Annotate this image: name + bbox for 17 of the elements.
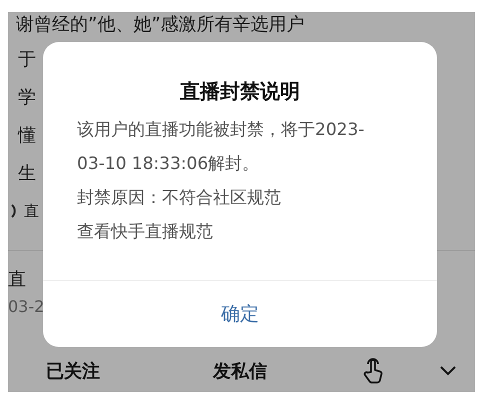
item-title: 直 xyxy=(8,268,26,291)
dialog-title: 直播封禁说明 xyxy=(179,78,301,105)
chevron-down-icon[interactable] xyxy=(440,366,456,376)
hand-icon[interactable] xyxy=(362,358,384,384)
follow-button[interactable]: 已关注 xyxy=(46,359,100,383)
ban-reason: 封禁原因：不符合社区规范 xyxy=(77,187,282,210)
rules-link[interactable]: 查看快手直播规范 xyxy=(77,215,213,249)
text-line: 生 xyxy=(18,162,36,185)
item-date: 03-2 xyxy=(8,297,44,316)
dialog-message: 该用户的直播功能被封禁，将于2023-03-10 18:33:06解封。 xyxy=(77,119,366,176)
text-line: 谢曾经的”他、她”感激所有辛选用户 xyxy=(16,13,305,36)
text-line: 懂 xyxy=(18,124,36,147)
text-line: 于 xyxy=(18,48,36,71)
message-button[interactable]: 发私信 xyxy=(213,359,267,383)
confirm-button[interactable]: 确定 xyxy=(43,281,437,347)
text-line: 学 xyxy=(18,86,36,109)
text-line: 直 xyxy=(24,202,39,220)
